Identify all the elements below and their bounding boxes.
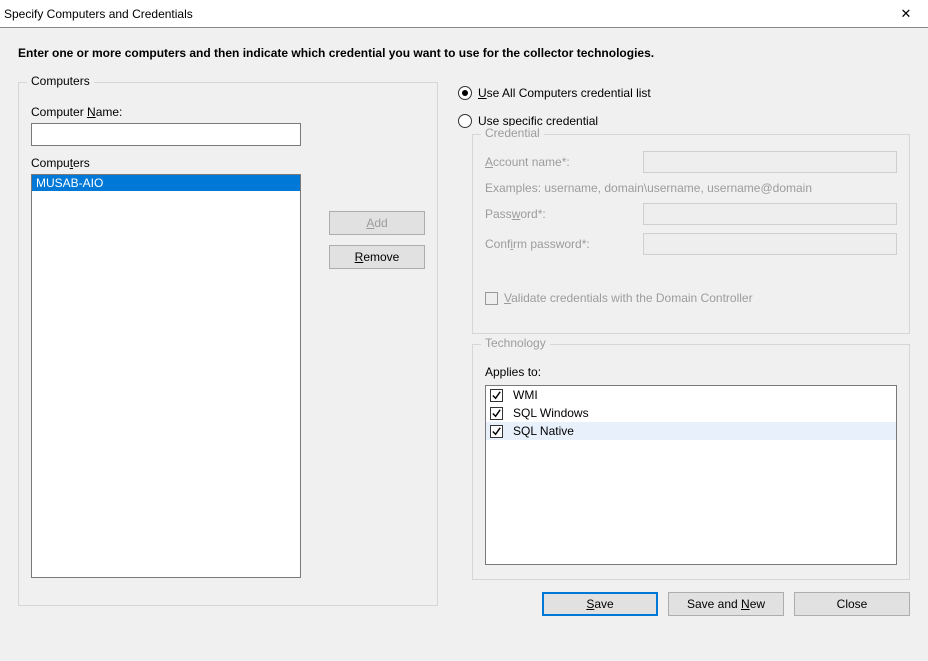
radio-use-all-label: Use All Computers credential list <box>478 86 651 100</box>
footer-buttons: Save Save and New Close <box>458 592 910 616</box>
technology-legend: Technology <box>481 336 550 350</box>
checkbox-icon[interactable] <box>490 389 503 402</box>
technology-label: SQL Native <box>513 424 574 438</box>
save-and-new-button[interactable]: Save and New <box>668 592 784 616</box>
account-name-input <box>643 151 897 173</box>
close-icon[interactable]: ✕ <box>886 1 926 27</box>
computers-list-label: Computers <box>31 156 425 170</box>
technology-listbox[interactable]: WMI SQL Windows SQL Native <box>485 385 897 565</box>
credential-group: Credential Account name*: Examples: user… <box>472 134 910 334</box>
computer-name-label: Computer Name: <box>31 105 425 119</box>
checkbox-icon[interactable] <box>490 425 503 438</box>
applies-to-label: Applies to: <box>485 365 897 379</box>
technology-group: Technology Applies to: WMI SQL Windows <box>472 344 910 580</box>
radio-icon <box>458 114 472 128</box>
technology-label: SQL Windows <box>513 406 589 420</box>
list-item[interactable]: MUSAB-AIO <box>32 175 300 191</box>
radio-use-all[interactable]: Use All Computers credential list <box>458 86 910 100</box>
checkbox-icon[interactable] <box>490 407 503 420</box>
save-button[interactable]: Save <box>542 592 658 616</box>
credential-legend: Credential <box>481 126 544 140</box>
account-name-label: Account name*: <box>485 155 625 169</box>
computer-name-input[interactable] <box>31 123 301 146</box>
radio-icon <box>458 86 472 100</box>
technology-row-wmi[interactable]: WMI <box>486 386 896 404</box>
confirm-password-label: Confirm password*: <box>485 237 625 251</box>
instruction-text: Enter one or more computers and then ind… <box>18 46 910 60</box>
technology-label: WMI <box>513 388 538 402</box>
validate-label: Validate credentials with the Domain Con… <box>504 291 753 305</box>
password-label: Password*: <box>485 207 625 221</box>
dialog-body: Enter one or more computers and then ind… <box>0 28 928 630</box>
examples-text: Examples: username, domain\username, use… <box>485 181 897 195</box>
computers-group: Computers Computer Name: Computers MUSAB… <box>18 82 438 606</box>
technology-row-sql-windows[interactable]: SQL Windows <box>486 404 896 422</box>
confirm-password-input <box>643 233 897 255</box>
add-button: Add <box>329 211 425 235</box>
computers-listbox[interactable]: MUSAB-AIO <box>31 174 301 578</box>
validate-checkbox <box>485 292 498 305</box>
computers-legend: Computers <box>27 74 94 88</box>
remove-button[interactable]: Remove <box>329 245 425 269</box>
title-bar: Specify Computers and Credentials ✕ <box>0 0 928 28</box>
password-input <box>643 203 897 225</box>
close-button[interactable]: Close <box>794 592 910 616</box>
window-title: Specify Computers and Credentials <box>4 7 193 21</box>
technology-row-sql-native[interactable]: SQL Native <box>486 422 896 440</box>
